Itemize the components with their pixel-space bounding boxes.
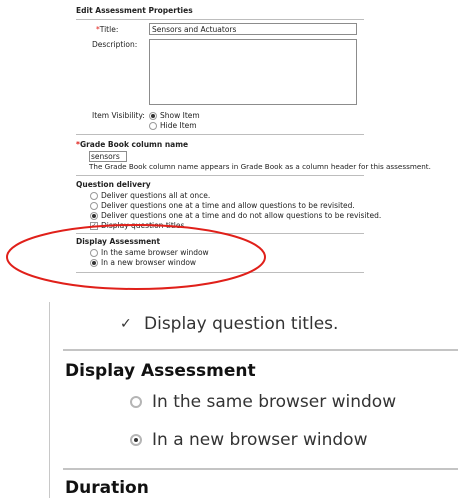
- zoom-new-window-option[interactable]: In a new browser window: [130, 430, 367, 450]
- divider: [63, 468, 458, 470]
- zoom-left-border: [49, 302, 50, 498]
- zoom-same-window-label: In the same browser window: [152, 392, 397, 412]
- highlight-ellipse: [6, 224, 266, 290]
- zoom-display-titles-label: Display question titles.: [144, 314, 339, 334]
- zoom-duration-heading: Duration: [65, 478, 149, 498]
- divider: [63, 349, 458, 351]
- zoom-display-assessment-heading: Display Assessment: [65, 361, 256, 381]
- zoom-radio-new-window[interactable]: [130, 434, 142, 446]
- zoom-radio-same-window[interactable]: [130, 396, 142, 408]
- zoom-check-icon[interactable]: ✓: [120, 317, 134, 331]
- zoom-same-window-option[interactable]: In the same browser window: [130, 392, 396, 412]
- zoom-display-titles-option[interactable]: ✓ Display question titles.: [120, 314, 338, 334]
- zoom-new-window-label: In a new browser window: [152, 430, 368, 450]
